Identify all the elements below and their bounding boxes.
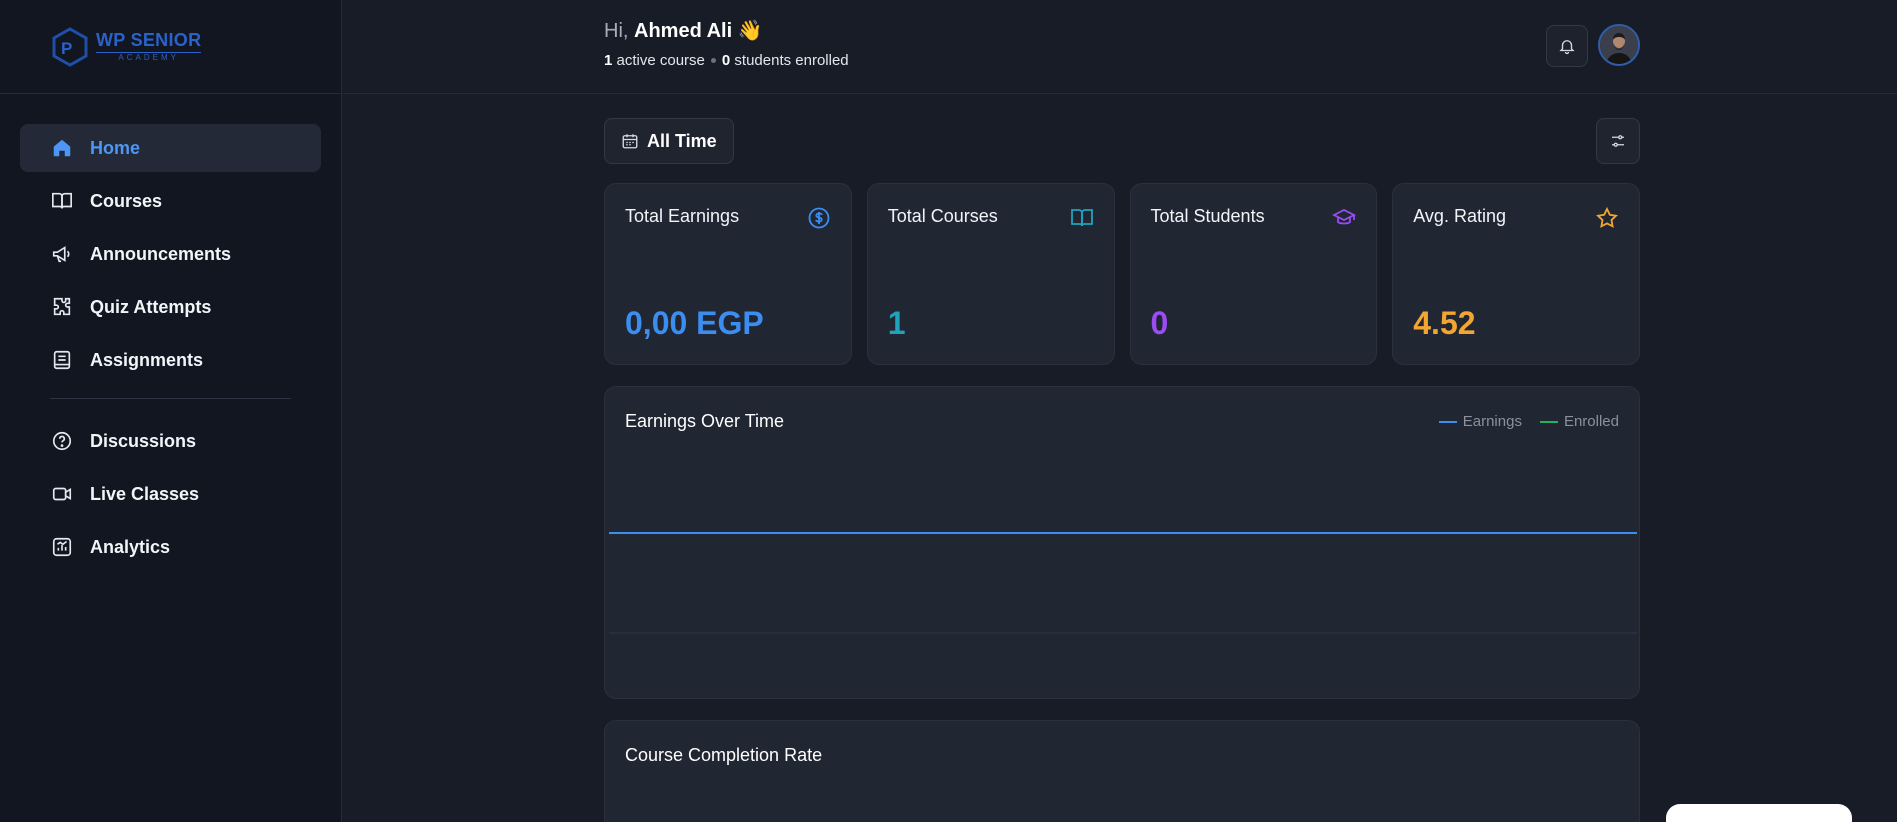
active-course-count: 1 xyxy=(604,52,613,69)
video-icon xyxy=(50,482,74,506)
logo[interactable]: P WP SENIOR ACADEMY xyxy=(50,26,202,67)
open-book-icon xyxy=(1070,209,1093,227)
logo-text: WP SENIOR xyxy=(96,30,202,50)
toolbar: All Time xyxy=(604,118,1640,164)
stat-value: 0,00 EGP xyxy=(625,305,764,341)
sidebar-divider xyxy=(50,398,291,399)
legend-swatch xyxy=(1539,420,1558,423)
stat-card-courses: Total Courses 1 xyxy=(866,183,1115,365)
sidebar-item-label: Home xyxy=(90,137,141,158)
time-range-button[interactable]: All Time xyxy=(604,118,734,164)
greeting: Hi, Ahmed Ali 👋 1 active course 0 studen… xyxy=(604,18,849,69)
stat-value: 0 xyxy=(1150,305,1169,341)
stat-card-rating: Avg. Rating 4.52 xyxy=(1392,183,1640,365)
notebook-icon xyxy=(50,348,74,372)
legend-swatch xyxy=(1438,420,1457,423)
sidebar-item-label: Live Classes xyxy=(90,483,200,504)
stats-cards: Total Earnings 0,00 EGP Total Courses 1 … xyxy=(604,183,1640,365)
sidebar-item-label: Quiz Attempts xyxy=(90,296,212,317)
greeting-line: Hi, Ahmed Ali 👋 xyxy=(604,18,849,43)
dollar-circle-icon xyxy=(808,207,830,229)
star-icon xyxy=(1596,206,1618,228)
sidebar-item-label: Analytics xyxy=(90,536,171,557)
greeting-hi: Hi, xyxy=(604,20,629,42)
avatar[interactable] xyxy=(1598,24,1640,66)
stat-value: 1 xyxy=(887,305,906,341)
sidebar-item-label: Announcements xyxy=(90,243,232,264)
notifications-button[interactable] xyxy=(1546,25,1588,67)
sliders-icon xyxy=(1612,135,1624,147)
earnings-chart xyxy=(609,532,1637,634)
sidebar-item-announcements[interactable]: Announcements xyxy=(20,230,321,278)
sidebar-item-home[interactable]: Home xyxy=(20,124,321,172)
main-content: All Time Total Earnings 0,00 EGP Total C… xyxy=(604,118,1640,822)
logo-subtext: ACADEMY xyxy=(96,52,202,62)
user-avatar-icon xyxy=(1600,26,1638,64)
sidebar-item-quiz-attempts[interactable]: Quiz Attempts xyxy=(20,283,321,331)
puzzle-icon xyxy=(50,295,74,319)
completion-rate-panel: Course Completion Rate xyxy=(604,720,1640,822)
time-range-label: All Time xyxy=(647,130,717,151)
greeting-summary: 1 active course 0 students enrolled xyxy=(604,52,849,69)
bell-icon xyxy=(1559,40,1575,55)
floating-widget[interactable] xyxy=(1666,804,1852,822)
sidebar-item-label: Discussions xyxy=(90,430,197,451)
help-circle-icon xyxy=(50,429,74,453)
stat-title: Total Courses xyxy=(887,206,998,226)
stat-card-students: Total Students 0 xyxy=(1129,183,1378,365)
legend-item-earnings[interactable]: Earnings xyxy=(1438,413,1522,430)
book-icon xyxy=(50,189,74,213)
sidebar-item-analytics[interactable]: Analytics xyxy=(20,523,321,571)
filter-settings-button[interactable] xyxy=(1596,118,1640,164)
chart-icon xyxy=(50,535,74,559)
sidebar-item-discussions[interactable]: Discussions xyxy=(20,417,321,465)
logo-mark-icon: P xyxy=(52,26,88,67)
students-text: students enrolled xyxy=(734,52,849,69)
sidebar-item-assignments[interactable]: Assignments xyxy=(20,336,321,384)
chart-legend: Earnings Enrolled xyxy=(1438,413,1619,430)
stat-value: 4.52 xyxy=(1413,305,1476,341)
wave-emoji: 👋 xyxy=(737,20,763,42)
students-count: 0 xyxy=(721,52,731,69)
panel-title: Course Completion Rate xyxy=(625,745,823,765)
megaphone-icon xyxy=(50,242,74,266)
sidebar-nav: Home Courses Announcements Quiz Attempts… xyxy=(0,94,341,571)
graduation-cap-icon xyxy=(1332,208,1357,225)
home-icon xyxy=(50,136,74,160)
top-header: Hi, Ahmed Ali 👋 1 active course 0 studen… xyxy=(343,0,1897,94)
legend-label: Earnings xyxy=(1462,413,1522,430)
legend-item-enrolled[interactable]: Enrolled xyxy=(1539,413,1619,430)
sidebar-item-courses[interactable]: Courses xyxy=(20,177,321,225)
stat-title: Total Earnings xyxy=(625,206,740,226)
separator-dot xyxy=(710,58,716,63)
panel-title: Earnings Over Time xyxy=(625,411,785,431)
sidebar-item-label: Courses xyxy=(90,190,163,211)
stat-title: Avg. Rating xyxy=(1413,206,1506,226)
stat-card-earnings: Total Earnings 0,00 EGP xyxy=(604,183,852,365)
sidebar-item-live-classes[interactable]: Live Classes xyxy=(20,470,321,518)
stat-title: Total Students xyxy=(1150,206,1265,226)
user-name: Ahmed Ali xyxy=(634,20,733,42)
sidebar-header: P WP SENIOR ACADEMY xyxy=(0,0,341,94)
calendar-icon xyxy=(622,134,638,149)
sidebar: P WP SENIOR ACADEMY Home Courses Announc xyxy=(0,0,342,822)
earnings-chart-panel: Earnings Over Time Earnings Enrolled xyxy=(604,386,1640,699)
active-course-text: active course xyxy=(616,52,705,69)
legend-label: Enrolled xyxy=(1563,413,1619,430)
svg-text:P: P xyxy=(61,39,72,58)
sidebar-item-label: Assignments xyxy=(90,349,204,370)
